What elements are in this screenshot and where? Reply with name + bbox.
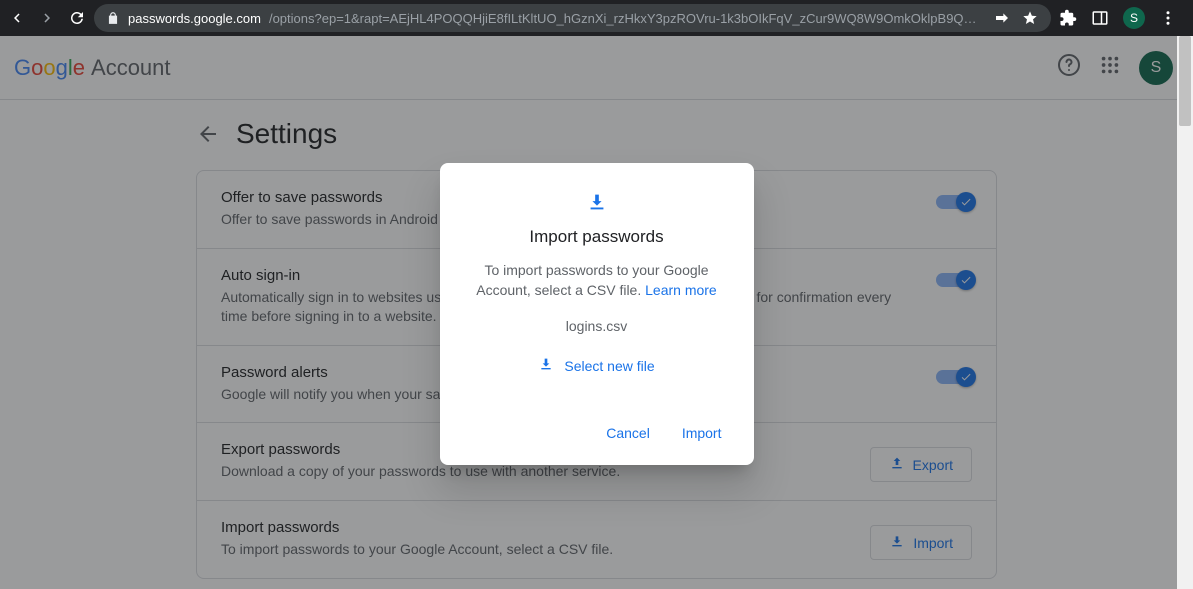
kebab-icon[interactable] xyxy=(1159,9,1177,27)
reload-icon[interactable] xyxy=(68,9,86,27)
import-passwords-dialog: Import passwords To import passwords to … xyxy=(440,163,754,465)
select-new-file-button[interactable]: Select new file xyxy=(468,356,726,375)
cancel-button[interactable]: Cancel xyxy=(602,419,654,447)
avatar-initial: S xyxy=(1130,11,1138,25)
selected-filename: logins.csv xyxy=(468,318,726,334)
vertical-scrollbar[interactable] xyxy=(1177,36,1193,589)
share-icon[interactable] xyxy=(993,9,1011,27)
profile-avatar-small[interactable]: S xyxy=(1123,7,1145,29)
learn-more-link[interactable]: Learn more xyxy=(645,282,717,298)
dialog-body: To import passwords to your Google Accou… xyxy=(468,261,726,300)
download-icon xyxy=(538,356,554,375)
download-icon xyxy=(468,191,726,213)
panel-icon[interactable] xyxy=(1091,9,1109,27)
select-new-label: Select new file xyxy=(564,358,654,374)
confirm-import-button[interactable]: Import xyxy=(678,419,726,447)
url-host: passwords.google.com xyxy=(128,11,261,26)
extensions-icon[interactable] xyxy=(1059,9,1077,27)
dialog-title: Import passwords xyxy=(468,227,726,247)
forward-icon[interactable] xyxy=(38,9,56,27)
url-path: /options?ep=1&rapt=AEjHL4POQQHjiE8fILtKl… xyxy=(269,11,977,26)
lock-icon xyxy=(106,11,120,25)
back-icon[interactable] xyxy=(8,9,26,27)
url-bar[interactable]: passwords.google.com/options?ep=1&rapt=A… xyxy=(94,4,1051,32)
scrollbar-thumb[interactable] xyxy=(1179,36,1191,126)
star-icon[interactable] xyxy=(1021,9,1039,27)
browser-toolbar: passwords.google.com/options?ep=1&rapt=A… xyxy=(0,0,1193,36)
